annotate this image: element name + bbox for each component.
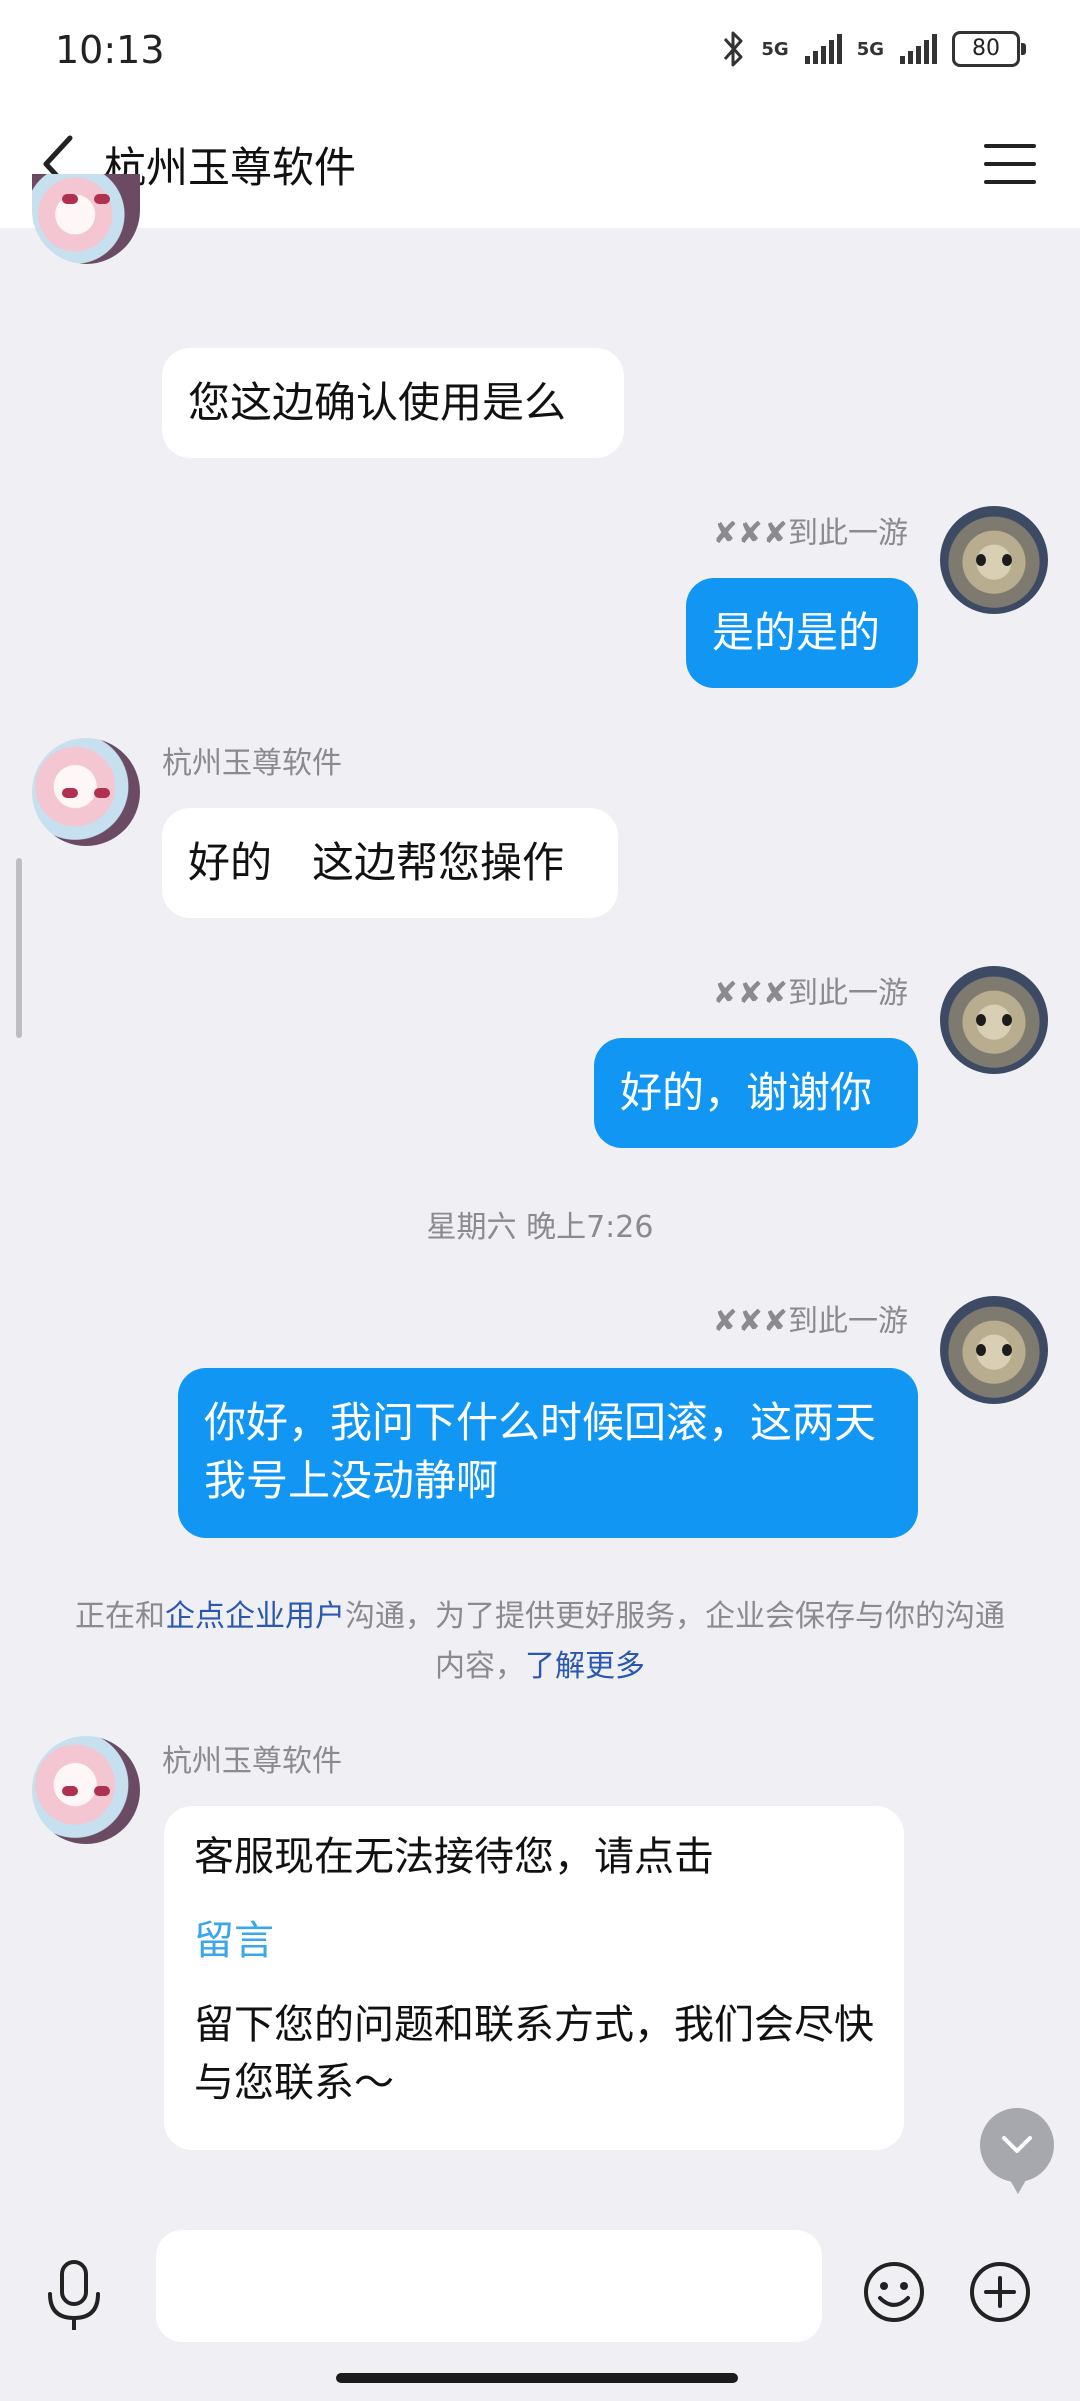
enterprise-user-link[interactable]: 企点企业用户: [165, 1599, 345, 1634]
message-input[interactable]: [156, 2230, 822, 2342]
message-bubble[interactable]: 是的是的: [686, 578, 918, 688]
message-bubble[interactable]: 好的 这边帮您操作: [162, 808, 618, 918]
sender-name: ✘✘✘到此一游: [712, 516, 908, 551]
scroll-to-bottom-button[interactable]: [980, 2108, 1054, 2194]
home-indicator[interactable]: [336, 2373, 738, 2383]
learn-more-link[interactable]: 了解更多: [525, 1649, 645, 1684]
bluetooth-icon: [724, 31, 743, 67]
status-time: 10:13: [55, 28, 165, 72]
scrollbar[interactable]: [16, 858, 22, 1038]
avatar[interactable]: [32, 1736, 140, 1844]
plus-icon[interactable]: [968, 2260, 1032, 2324]
signal-icon: [900, 34, 937, 64]
status-bar: 10:13 5G 5G 80: [0, 0, 1080, 100]
chat-header: 杭州玉尊软件: [0, 100, 1080, 228]
avatar[interactable]: [940, 506, 1048, 614]
message-bubble[interactable]: 你好，我问下什么时候回滚，这两天我号上没动静啊: [178, 1368, 918, 1538]
sender-name: 杭州玉尊软件: [162, 1744, 342, 1779]
message-list[interactable]: 您这边确认使用是么 ✘✘✘到此一游 是的是的 杭州玉尊软件 好的 这边帮您操作 …: [0, 174, 1080, 2208]
sender-name: ✘✘✘到此一游: [712, 1304, 908, 1339]
avatar[interactable]: [32, 738, 140, 846]
menu-icon[interactable]: [980, 134, 1040, 194]
battery-icon: 80: [952, 31, 1026, 67]
message-bubble[interactable]: 好的，谢谢你: [594, 1038, 918, 1148]
avatar[interactable]: [32, 174, 140, 264]
chevron-down-icon: [1002, 2136, 1032, 2153]
emoji-icon[interactable]: [862, 2260, 926, 2324]
notice-prefix: 正在和: [75, 1599, 165, 1634]
sender-name: 杭州玉尊软件: [162, 746, 342, 781]
avatar[interactable]: [940, 966, 1048, 1074]
auto-reply-card: 客服现在无法接待您，请点击 留言 留下您的问题和联系方式，我们会尽快与您联系～: [164, 1806, 904, 2150]
status-icons: 5G 5G 80: [719, 26, 1026, 72]
signal-icon: [804, 34, 842, 64]
timestamp: 星期六 晚上7:26: [426, 1210, 654, 1245]
chat-title: 杭州玉尊软件: [104, 143, 357, 192]
message-bubble[interactable]: 您这边确认使用是么: [162, 348, 624, 458]
card-text: 留下您的问题和联系方式，我们会尽快与您联系～: [194, 2002, 874, 2106]
sender-name: ✘✘✘到此一游: [712, 976, 908, 1011]
leave-message-link[interactable]: 留言: [194, 1912, 874, 1970]
network-type-2: 5G: [856, 38, 884, 60]
privacy-notice: 正在和企点企业用户沟通，为了提供更好服务，企业会保存与你的沟通内容，了解更多: [70, 1592, 1010, 1692]
card-text: 客服现在无法接待您，请点击: [194, 1834, 714, 1880]
avatar[interactable]: [940, 1296, 1048, 1404]
network-type-1: 5G: [761, 38, 789, 60]
notice-middle: 沟通，为了提供更好服务，企业会保存与你的沟通内容，: [345, 1599, 1005, 1684]
microphone-icon[interactable]: [40, 2258, 108, 2334]
